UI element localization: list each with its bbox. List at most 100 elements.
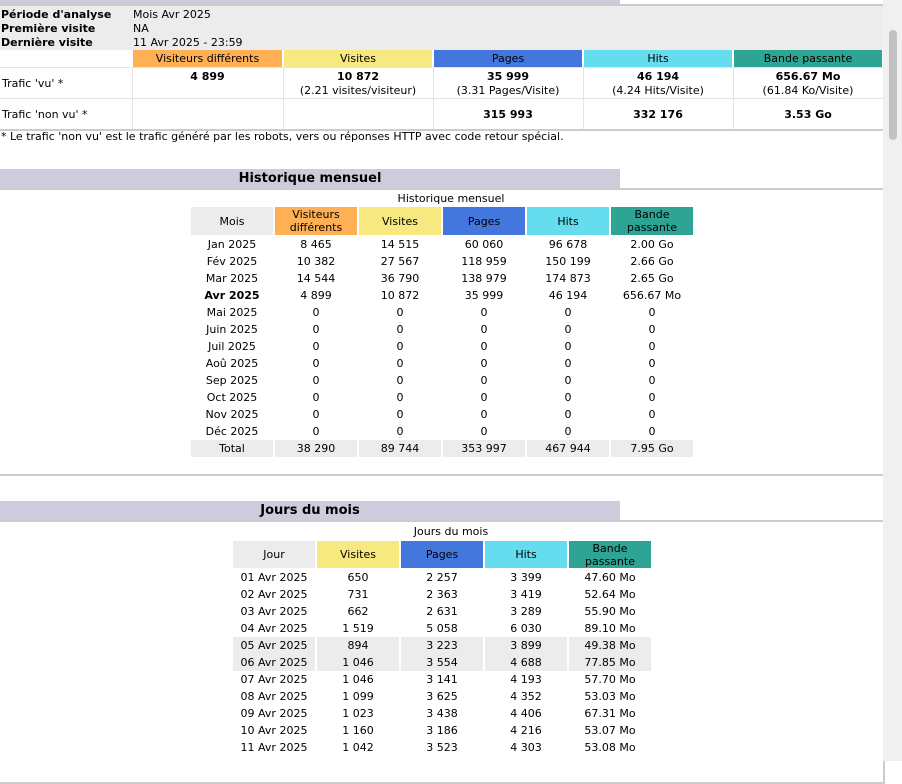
monthly-cell-month: Aoû 2025	[205, 357, 259, 370]
summary-period-label: Période d'analyse	[1, 8, 112, 21]
daily-cell-hits: 4 303	[510, 741, 542, 754]
daily-cell-day: 07 Avr 2025	[240, 673, 308, 686]
seen-pages-sub: (3.31 Pages/Visite)	[456, 84, 560, 97]
daily-cell-pages: 2 631	[426, 605, 458, 618]
daily-header-day: Jour	[233, 541, 315, 568]
daily-cell-hits: 4 688	[485, 654, 567, 671]
daily-cell-pages: 2 257	[426, 571, 458, 584]
monthly-cell-visitors: 8 465	[300, 238, 332, 251]
daily-header-pages: Pages	[401, 541, 483, 568]
daily-header-bandwidth: Bande passante	[569, 541, 651, 568]
monthly-cell-hits: 0	[564, 425, 572, 438]
monthly-cell-visitors: 0	[312, 408, 320, 421]
monthly-cell-pages: 0	[480, 357, 488, 370]
daily-cell-day: 03 Avr 2025	[240, 605, 308, 618]
vertical-scrollbar[interactable]	[883, 0, 902, 761]
daily-caption: Jours du mois	[413, 525, 489, 538]
summary-footnote: * Le trafic 'non vu' est le trafic génér…	[1, 130, 564, 143]
summary-last-visit-label: Dernière visite	[1, 36, 93, 49]
daily-cell-hits: 4 406	[510, 707, 542, 720]
monthly-cell-hits: 46 194	[548, 289, 588, 302]
daily-cell-pages: 2 363	[426, 588, 458, 601]
daily-cell-hits: 4 352	[510, 690, 542, 703]
monthly-cell-visitors: 10 382	[296, 255, 336, 268]
summary-panel: Période d'analyse Mois Avr 2025 Première…	[0, 4, 885, 131]
monthly-cell-visits: 0	[396, 323, 404, 336]
summary-first-visit-value: NA	[133, 22, 149, 35]
monthly-cell-hits: 0	[564, 323, 572, 336]
daily-cell-pages: 5 058	[426, 622, 458, 635]
daily-cell-pages: 3 554	[401, 654, 483, 671]
monthly-cell-visits: 36 790	[380, 272, 420, 285]
monthly-header-pages: Pages	[443, 207, 525, 235]
unseen-bandwidth: 3.53 Go	[784, 108, 832, 121]
daily-cell-visits: 1 160	[342, 724, 374, 737]
daily-cell-day: 01 Avr 2025	[240, 571, 308, 584]
summary-header-pages: Pages	[434, 50, 582, 67]
unseen-hits: 332 176	[633, 108, 683, 121]
daily-cell-visits: 662	[347, 605, 369, 618]
daily-cell-visits: 1 099	[342, 690, 374, 703]
daily-cell-pages: 3 223	[401, 637, 483, 654]
monthly-total-month: Total	[191, 440, 273, 457]
monthly-cell-month: Oct 2025	[206, 391, 258, 404]
daily-cell-day: 10 Avr 2025	[240, 724, 308, 737]
daily-cell-hits: 6 030	[510, 622, 542, 635]
monthly-cell-visitors: 0	[312, 340, 320, 353]
daily-cell-day: 09 Avr 2025	[240, 707, 308, 720]
monthly-cell-hits: 0	[564, 408, 572, 421]
monthly-cell-hits: 96 678	[548, 238, 588, 251]
monthly-cell-visits: 10 872	[380, 289, 420, 302]
monthly-cell-bandwidth: 0	[648, 340, 656, 353]
monthly-cell-hits: 0	[564, 357, 572, 370]
daily-cell-hits: 3 899	[485, 637, 567, 654]
monthly-cell-bandwidth: 2.65 Go	[630, 272, 674, 285]
summary-header-bandwidth: Bande passante	[734, 50, 882, 67]
monthly-cell-visitors: 0	[312, 374, 320, 387]
daily-cell-bandwidth: 55.90 Mo	[584, 605, 636, 618]
daily-cell-pages: 3 625	[426, 690, 458, 703]
seen-visits: 10 872	[336, 70, 380, 83]
monthly-cell-visits: 0	[396, 391, 404, 404]
daily-cell-day: 11 Avr 2025	[240, 741, 308, 754]
daily-cell-hits: 3 289	[510, 605, 542, 618]
daily-cell-bandwidth: 53.08 Mo	[584, 741, 636, 754]
monthly-caption: Historique mensuel	[397, 192, 505, 205]
unseen-pages: 315 993	[483, 108, 533, 121]
monthly-total-pages: 353 997	[443, 440, 525, 457]
monthly-cell-pages: 35 999	[464, 289, 504, 302]
monthly-total-hits: 467 944	[527, 440, 609, 457]
monthly-cell-visits: 0	[396, 408, 404, 421]
monthly-header-month: Mois	[191, 207, 273, 235]
daily-cell-bandwidth: 49.38 Mo	[569, 637, 651, 654]
monthly-header-bandwidth: Bande passante	[611, 207, 693, 235]
daily-cell-bandwidth: 47.60 Mo	[584, 571, 636, 584]
monthly-cell-pages: 60 060	[464, 238, 504, 251]
daily-cell-pages: 3 438	[426, 707, 458, 720]
daily-cell-visits: 731	[347, 588, 369, 601]
daily-cell-hits: 4 193	[510, 673, 542, 686]
monthly-cell-visits: 0	[396, 340, 404, 353]
daily-cell-visits: 1 042	[342, 741, 374, 754]
monthly-cell-month: Juil 2025	[208, 340, 256, 353]
monthly-cell-visits: 0	[396, 357, 404, 370]
monthly-cell-bandwidth: 656.67 Mo	[622, 289, 682, 302]
monthly-cell-month: Jan 2025	[207, 238, 257, 251]
scrollbar-thumb[interactable]	[889, 30, 897, 140]
monthly-cell-pages: 0	[480, 374, 488, 387]
daily-cell-pages: 3 523	[426, 741, 458, 754]
daily-cell-day: 06 Avr 2025	[233, 654, 315, 671]
monthly-cell-hits: 0	[564, 306, 572, 319]
monthly-cell-month: Nov 2025	[205, 408, 259, 421]
monthly-cell-visits: 0	[396, 306, 404, 319]
summary-header-visits: Visites	[284, 50, 432, 67]
summary-header-hits: Hits	[584, 50, 732, 67]
monthly-cell-bandwidth: 2.00 Go	[630, 238, 674, 251]
summary-period-value: Mois Avr 2025	[133, 8, 211, 21]
seen-visits-sub: (2.21 visites/visiteur)	[299, 84, 417, 97]
monthly-cell-pages: 0	[480, 340, 488, 353]
daily-cell-bandwidth: 77.85 Mo	[569, 654, 651, 671]
seen-bandwidth: 656.67 Mo	[775, 70, 841, 83]
daily-cell-bandwidth: 53.07 Mo	[584, 724, 636, 737]
monthly-cell-pages: 0	[480, 306, 488, 319]
